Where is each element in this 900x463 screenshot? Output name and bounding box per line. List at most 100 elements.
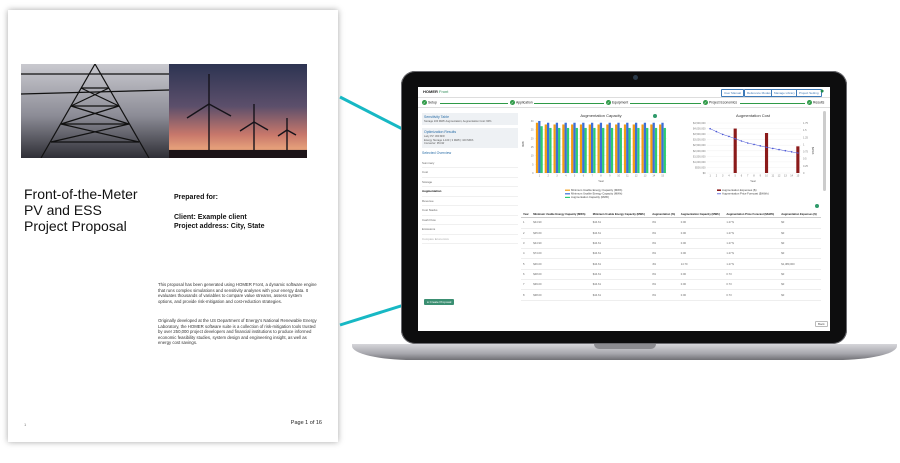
project-setting-button[interactable]: Project Setting bbox=[796, 89, 822, 97]
nav-compare-economics[interactable]: Compare Economics bbox=[422, 235, 518, 245]
check-icon: ✓ bbox=[422, 100, 427, 105]
table-cell: $1,380,000 bbox=[779, 258, 821, 270]
table-cell: $44.61 bbox=[590, 269, 651, 281]
table-cell: 14.70 bbox=[678, 258, 725, 270]
chart2-bar bbox=[733, 128, 737, 173]
chart2-legend-swatch bbox=[717, 189, 721, 191]
chart2-xtick: 10 bbox=[765, 175, 768, 178]
chart2-xtick: 4 bbox=[728, 175, 730, 178]
reference-modes-button[interactable]: Reference Modes bbox=[744, 89, 774, 97]
chart2-ytick-right: 0.75 bbox=[803, 151, 808, 154]
step-application[interactable]: ✓ Application bbox=[510, 100, 533, 105]
table-cell: $44.61 bbox=[590, 217, 651, 229]
user-manual-button[interactable]: User Manual bbox=[721, 89, 745, 97]
table-cell: 1 bbox=[521, 217, 532, 229]
corner-mark: 1 bbox=[24, 422, 27, 427]
chart1-bar bbox=[544, 124, 547, 173]
chart1-xtick: 12 bbox=[635, 175, 638, 178]
table-cell: $0 bbox=[779, 248, 821, 260]
chart1-xtick: 4 bbox=[565, 175, 567, 178]
table-body: 1 $44.90 $44.61 0% 0.00 1.27 $ $0 2 $45.60 $44.61… bbox=[521, 217, 821, 301]
chart1-xtick: 9 bbox=[609, 175, 611, 178]
table-cell: 0.00 bbox=[678, 228, 725, 239]
check-icon: ✓ bbox=[703, 100, 708, 105]
table-cell: 1.27 $ bbox=[724, 217, 780, 229]
table-cell: $46.00 bbox=[531, 258, 591, 270]
table-cell: 4 bbox=[521, 248, 532, 260]
table-cell: 0% bbox=[650, 269, 679, 281]
chart1-xtick: 15 bbox=[661, 175, 664, 178]
step-results[interactable]: ✓ Results bbox=[807, 100, 824, 105]
chart2-xtick: 11 bbox=[771, 175, 774, 178]
chart2-xtick: 1 bbox=[709, 175, 711, 178]
chart1-xtick: 3 bbox=[556, 175, 558, 178]
scrollbar[interactable] bbox=[823, 111, 826, 191]
step-results-label: Results bbox=[813, 100, 825, 105]
chart2-ytick-left: $3,500,000 bbox=[693, 133, 706, 136]
nav-revenue[interactable]: Revenue bbox=[422, 197, 518, 207]
chart2-legend-label: Augmentation Price Forecast ($/kWh) bbox=[722, 192, 769, 196]
app-header: HOMER Front User Manual Reference Modes … bbox=[418, 87, 830, 98]
project-address: Project address: City, State bbox=[174, 223, 265, 230]
chart2-ytick-left: $500,000 bbox=[695, 166, 706, 169]
chart1-bar bbox=[646, 127, 649, 173]
chart2-ytick-left: $4,500,000 bbox=[693, 122, 706, 125]
back-button[interactable]: Back bbox=[815, 321, 828, 327]
chart2-ytick-right: 1 bbox=[803, 143, 805, 146]
chart1-bar bbox=[619, 127, 622, 173]
step-equipment[interactable]: ✓ Equipment bbox=[606, 100, 628, 105]
table-cell: 8 bbox=[521, 289, 532, 301]
nav-summary[interactable]: Summary bbox=[422, 159, 518, 169]
chart1-bar bbox=[634, 122, 638, 173]
table-row: 3 $44.90 $44.61 0% 0.00 1.27 $ $0 bbox=[521, 238, 821, 250]
chart2-xtick: 2 bbox=[716, 175, 718, 178]
step-project-economics[interactable]: ✓ Project Economics bbox=[703, 100, 737, 105]
chart1-bar bbox=[602, 127, 605, 173]
app-logo[interactable]: HOMER Front bbox=[423, 89, 448, 94]
chart2-ytick-right: 0 bbox=[803, 172, 805, 175]
nav-cost[interactable]: Cost bbox=[422, 168, 518, 178]
optimization-line: Converter: 95 kW bbox=[424, 142, 445, 146]
chart1-bar bbox=[641, 124, 644, 173]
table-row: 4 $74.00 $44.61 0% 0.00 1.27 $ $0 bbox=[521, 248, 821, 260]
sensitivity-box[interactable]: Sensitivity Table Storage 100 MWh Augmen… bbox=[422, 113, 518, 126]
table-cell: 0% bbox=[650, 289, 679, 301]
info-icon[interactable] bbox=[815, 204, 819, 208]
table-cell: 0% bbox=[650, 248, 679, 260]
table-cell: 0.73 bbox=[724, 269, 780, 281]
nav-emissions[interactable]: Emissions bbox=[422, 225, 518, 235]
table-cell: $0 bbox=[779, 269, 821, 281]
nav-cash-flow[interactable]: Cash Flow bbox=[422, 216, 518, 226]
manage-library-button[interactable]: Manage Library bbox=[771, 89, 798, 97]
overview-nav: Summary Cost Storage Augmentation Revenu… bbox=[422, 159, 518, 245]
table-cell: 2 bbox=[521, 228, 532, 239]
table-row: 8 $38.00 $44.61 0% 0.00 0.73 $0 bbox=[521, 289, 821, 301]
nav-augmentation[interactable]: Augmentation bbox=[422, 187, 518, 197]
chart1-ytick: 0 bbox=[532, 172, 534, 175]
chart2-ytick-left: $2,500,000 bbox=[693, 144, 706, 147]
table-cell: 0.00 bbox=[678, 269, 725, 281]
optimization-box[interactable]: Optimization Results Lazy PV: 300 MW Ene… bbox=[422, 128, 518, 148]
chart1-xtick: 7 bbox=[592, 175, 594, 178]
chart1-xtick: 14 bbox=[652, 175, 655, 178]
wind-turbine-photo bbox=[169, 64, 307, 158]
chart1-bar bbox=[593, 127, 596, 173]
chart1-bar bbox=[610, 127, 614, 173]
nav-storage[interactable]: Storage bbox=[422, 178, 518, 188]
chart1-xtick: 10 bbox=[617, 175, 620, 178]
step-setup[interactable]: ✓ Setup bbox=[422, 100, 437, 105]
chart1-ytick: 5 bbox=[532, 163, 534, 166]
user-icon[interactable]: ● bbox=[820, 88, 827, 96]
nav-cost-stacks[interactable]: Cost Stacks bbox=[422, 206, 518, 216]
create-proposal-button[interactable]: ● Create Proposal bbox=[424, 299, 455, 305]
table-cell: 0.73 bbox=[724, 289, 780, 301]
table-cell: $0 bbox=[779, 289, 821, 301]
page-number: Page 1 of 16 bbox=[290, 420, 322, 426]
info-icon[interactable] bbox=[653, 114, 657, 118]
table-cell: 3 bbox=[521, 238, 532, 250]
chart2-xtick: 7 bbox=[747, 175, 749, 178]
chart2-xtick: 8 bbox=[753, 175, 755, 178]
chart2-bar bbox=[796, 146, 800, 173]
chart2-ytick-left: $4,000,000 bbox=[693, 128, 706, 131]
table-cell: 4% bbox=[650, 258, 679, 270]
